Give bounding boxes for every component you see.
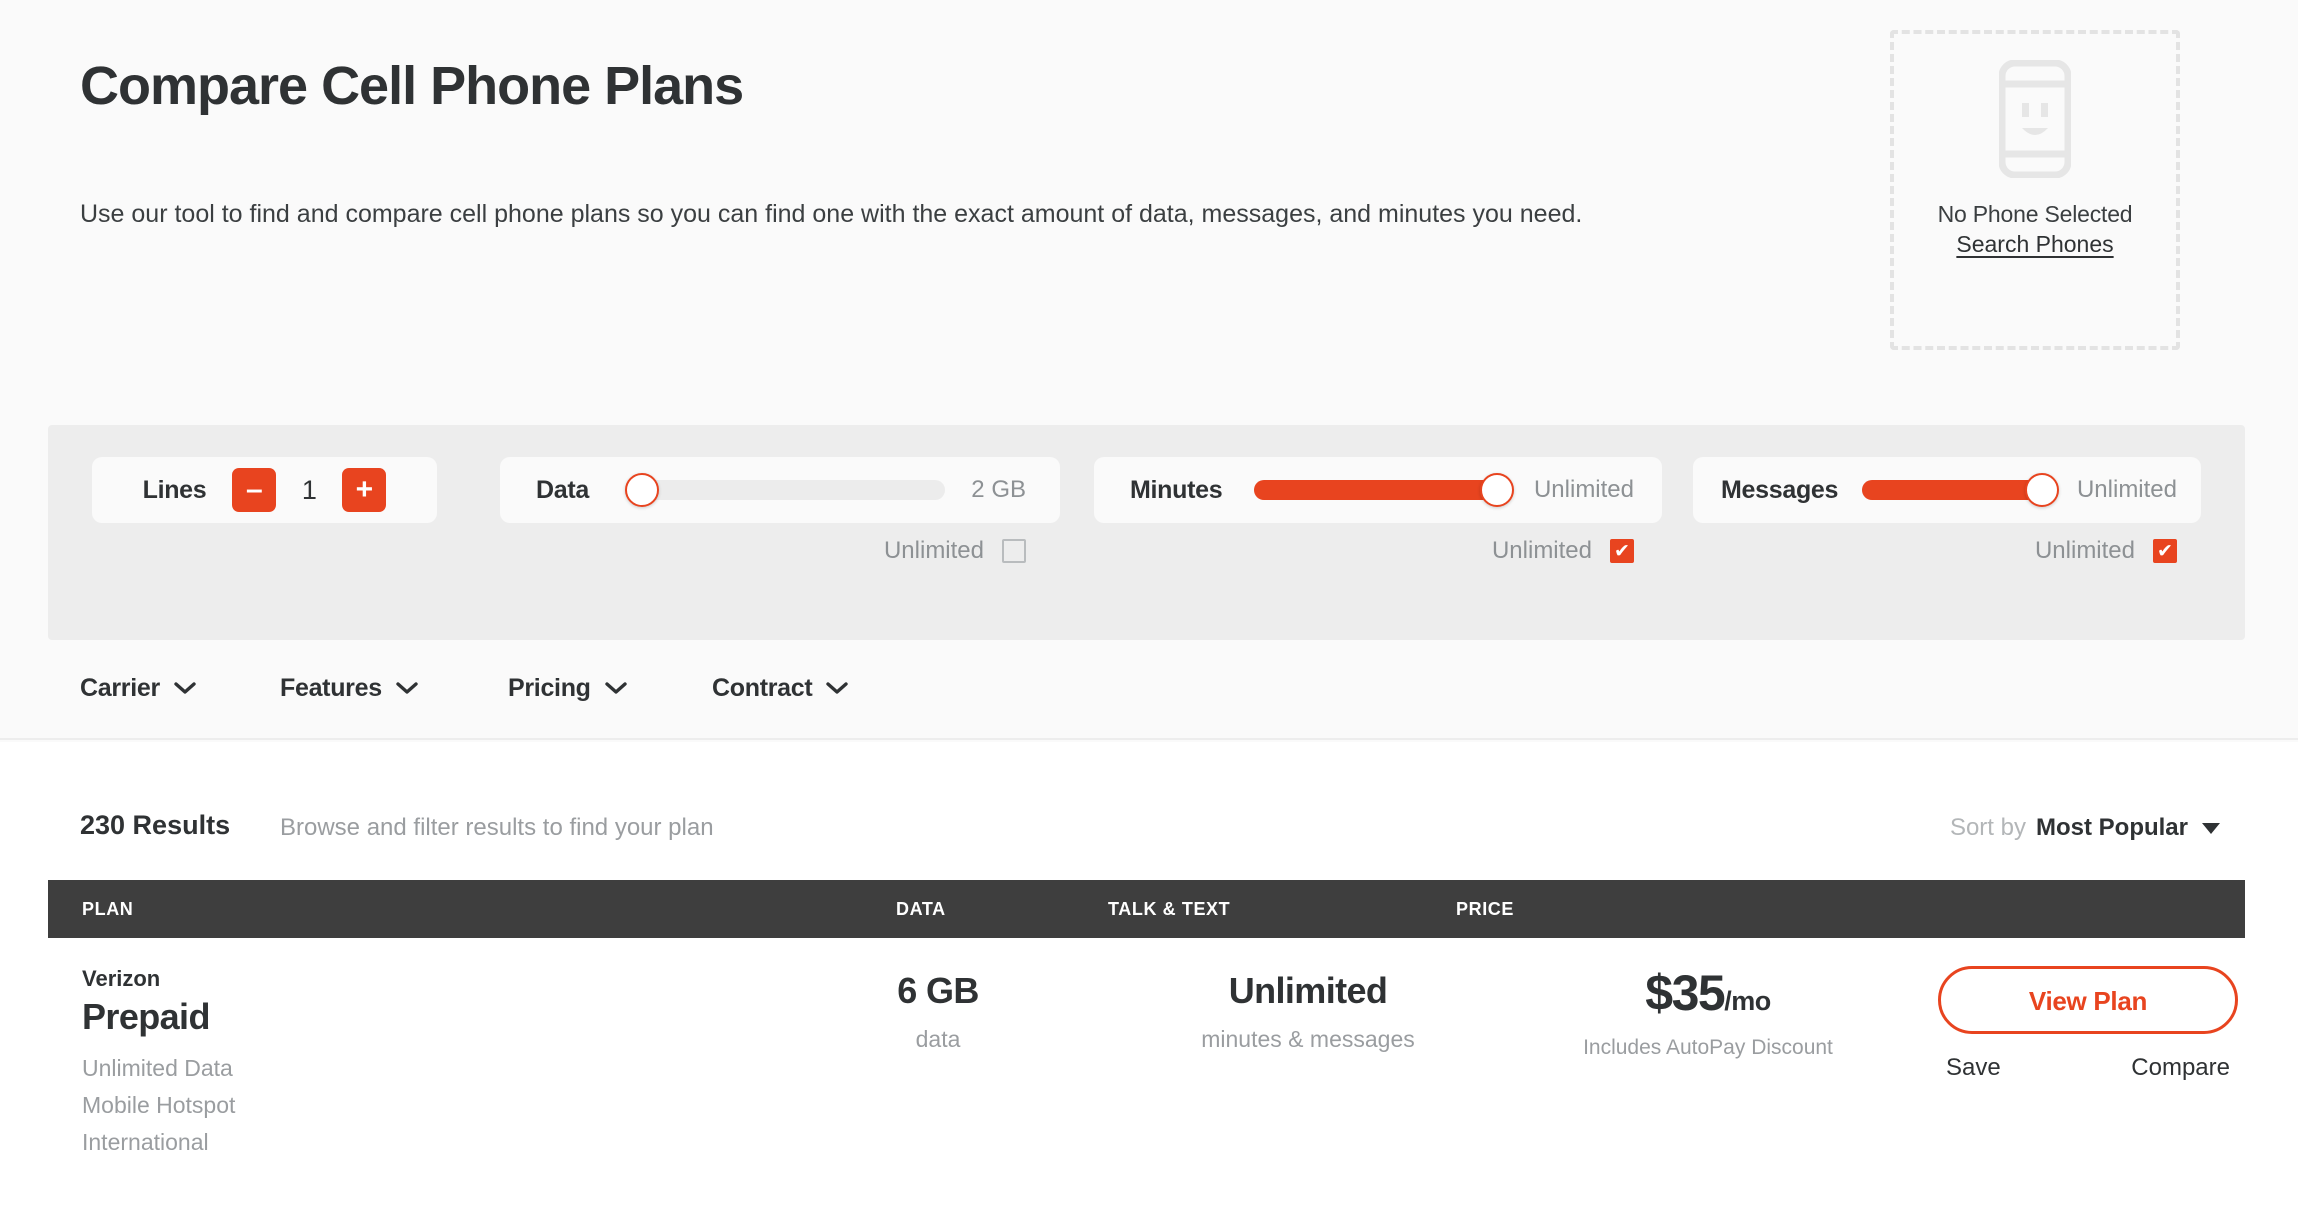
- messages-control: Messages Unlimited: [1693, 457, 2201, 523]
- sort-by-label: Sort by: [1949, 814, 2026, 841]
- messages-slider[interactable]: [1862, 473, 2060, 507]
- results-count: 230 Results: [80, 810, 231, 840]
- chevron-down-icon: [396, 682, 418, 694]
- minutes-unlimited-label: Unlimited: [1491, 537, 1592, 564]
- lines-value: 1: [301, 474, 317, 505]
- plan-talk-value: Unlimited: [1228, 970, 1388, 1011]
- results-subtitle: Browse and filter results to find your p…: [280, 814, 714, 841]
- plan-talk-cell: Unlimited minutes & messages: [1068, 970, 1548, 1053]
- chevron-down-icon: [174, 682, 196, 694]
- data-unlimited-checkbox[interactable]: [1002, 539, 1026, 563]
- filter-panel: Lines – 1 + Data 2 GB Unlimited Minutes …: [48, 425, 2245, 640]
- column-header-data: DATA: [896, 899, 946, 919]
- phone-status-label: No Phone Selected: [1937, 201, 2133, 227]
- data-unlimited-label: Unlimited: [883, 537, 984, 564]
- minutes-slider-knob[interactable]: [1480, 473, 1515, 507]
- dropdown-contract-label: Contract: [712, 674, 813, 702]
- minutes-slider[interactable]: [1254, 473, 1515, 507]
- compare-plans-page: Compare Cell Phone Plans Use our tool to…: [0, 0, 2298, 1214]
- results-section: 230 Results Browse and filter results to…: [0, 742, 2298, 1214]
- minutes-unlimited-checkbox[interactable]: [1610, 539, 1634, 563]
- messages-unlimited-label: Unlimited: [2034, 537, 2135, 564]
- phone-smiley-icon: [1998, 59, 2072, 183]
- page-subtitle: Use our tool to find and compare cell ph…: [80, 200, 1583, 228]
- dropdown-pricing[interactable]: Pricing: [508, 674, 627, 703]
- plan-data-value: 6 GB: [897, 970, 979, 1011]
- sort-value: Most Popular: [2035, 814, 2188, 841]
- dropdown-contract[interactable]: Contract: [712, 674, 849, 703]
- phone-selector[interactable]: No Phone Selected Search Phones: [1890, 30, 2180, 350]
- messages-slider-fill: [1862, 480, 2043, 500]
- lines-label: Lines: [142, 475, 207, 504]
- search-phones-link[interactable]: Search Phones: [1956, 231, 2113, 258]
- column-header-plan: PLAN: [82, 899, 134, 919]
- plan-price-period: /mo: [1724, 986, 1771, 1016]
- column-header-price: PRICE: [1456, 899, 1515, 919]
- data-slider[interactable]: [625, 473, 946, 507]
- lines-control: Lines – 1 +: [92, 457, 437, 523]
- table-row: Verizon Prepaid Unlimited Data Mobile Hot…: [48, 938, 2245, 1168]
- filter-dropdown-bar: Carrier Features Pricing Contract: [0, 640, 2298, 740]
- minutes-value: Unlimited: [1533, 476, 1634, 503]
- dropdown-features-label: Features: [280, 674, 382, 702]
- lines-decrement-label: –: [246, 473, 263, 506]
- data-unlimited-row: Unlimited: [500, 537, 1060, 565]
- plan-name: Prepaid: [82, 996, 210, 1037]
- dropdown-carrier-label: Carrier: [80, 674, 160, 702]
- plan-price-value: $35: [1645, 965, 1725, 1021]
- caret-down-icon: [2202, 822, 2220, 834]
- save-link[interactable]: Save: [1946, 1054, 2001, 1082]
- dropdown-carrier[interactable]: Carrier: [80, 674, 196, 703]
- messages-slider-knob[interactable]: [2025, 473, 2060, 507]
- data-slider-knob[interactable]: [625, 473, 659, 507]
- plan-actions: View Plan Save Compare: [1938, 966, 2238, 1082]
- minutes-slider-fill: [1254, 480, 1498, 500]
- page-title: Compare Cell Phone Plans: [80, 56, 744, 116]
- data-label: Data: [536, 475, 589, 504]
- data-slider-track: [625, 480, 946, 500]
- messages-unlimited-checkbox[interactable]: [2153, 539, 2177, 563]
- sort-control[interactable]: Sort by Most Popular: [1950, 814, 2220, 842]
- view-plan-button[interactable]: View Plan: [1938, 966, 2238, 1034]
- lines-increment-button[interactable]: +: [342, 468, 387, 512]
- plan-features: Unlimited Data Mobile Hotspot Internationa…: [82, 1055, 236, 1155]
- plan-talk-unit: minutes & messages: [1201, 1026, 1415, 1052]
- table-header: PLAN DATA TALK & TEXT PRICE: [48, 880, 2245, 938]
- dropdown-pricing-label: Pricing: [508, 674, 591, 702]
- minutes-control: Minutes Unlimited: [1094, 457, 1662, 523]
- minutes-label: Minutes: [1130, 475, 1223, 504]
- lines-increment-label: +: [355, 473, 374, 506]
- plan-price-note: Includes AutoPay Discount: [1583, 1036, 1833, 1059]
- plan-data-cell: 6 GB data: [788, 970, 1088, 1053]
- data-control: Data 2 GB: [500, 457, 1060, 523]
- chevron-down-icon: [826, 682, 849, 694]
- chevron-down-icon: [604, 682, 627, 694]
- dropdown-features[interactable]: Features: [280, 674, 418, 703]
- messages-label: Messages: [1721, 475, 1839, 504]
- compare-link[interactable]: Compare: [2131, 1054, 2230, 1082]
- lines-decrement-button[interactable]: –: [232, 468, 277, 512]
- messages-unlimited-row: Unlimited: [1693, 537, 2201, 565]
- plan-carrier: Verizon: [82, 966, 161, 991]
- minutes-unlimited-row: Unlimited: [1094, 537, 1662, 565]
- plan-price-cell: $35/mo Includes AutoPay Discount: [1498, 964, 1918, 1060]
- column-header-talk: TALK & TEXT: [1108, 899, 1231, 919]
- messages-value: Unlimited: [2076, 476, 2177, 503]
- data-value: 2 GB: [971, 476, 1026, 503]
- plan-data-unit: data: [915, 1026, 961, 1052]
- hero-section: Compare Cell Phone Plans Use our tool to…: [0, 0, 2298, 425]
